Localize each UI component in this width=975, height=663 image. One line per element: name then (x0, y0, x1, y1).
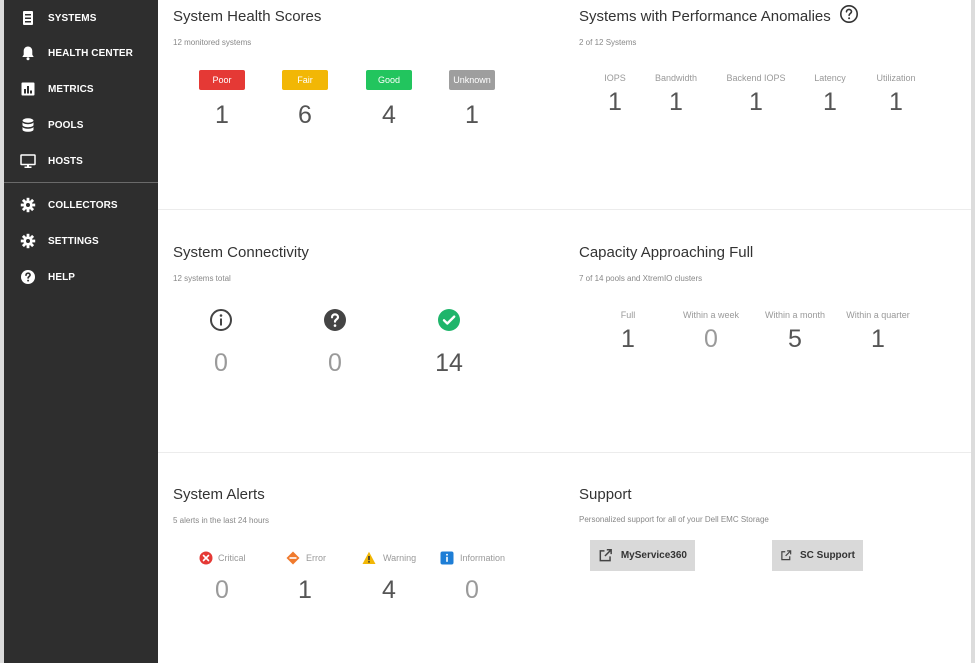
help-circle-icon (20, 269, 36, 285)
latency-count[interactable]: 1 (800, 88, 860, 117)
button-label: SC Support (800, 550, 855, 561)
sidebar-item-label: SYSTEMS (48, 12, 97, 24)
info-count[interactable]: 0 (191, 349, 251, 378)
connected-count[interactable]: 14 (419, 349, 479, 378)
panel-title: Support (579, 486, 632, 503)
sidebar-divider (4, 182, 158, 183)
sidebar-item-label: HEALTH CENTER (48, 47, 134, 59)
unknown-count[interactable]: 0 (305, 349, 365, 378)
within-month-label: Within a month (764, 310, 826, 320)
sidebar-item-label: POOLS (48, 119, 84, 131)
critical-icon (199, 551, 213, 565)
gear-icon (20, 197, 36, 213)
warning-count[interactable]: 4 (359, 576, 419, 605)
full-count[interactable]: 1 (598, 325, 658, 354)
health-scores-panel: System Health Scores 12 monitored system… (158, 0, 564, 209)
support-panel: Support Personalized support for all of … (564, 453, 971, 663)
panel-title: System Health Scores (173, 8, 322, 25)
panel-subtitle: Personalized support for all of your Del… (579, 515, 769, 524)
sidebar-item-label: METRICS (48, 83, 94, 95)
utilization-label: Utilization (876, 73, 916, 83)
within-week-label: Within a week (682, 310, 740, 320)
sidebar-item-pools[interactable]: POOLS (4, 107, 158, 143)
within-quarter-label: Within a quarter (846, 310, 910, 320)
iops-count[interactable]: 1 (585, 88, 645, 117)
error-count[interactable]: 1 (275, 576, 335, 605)
question-circle-icon[interactable] (323, 308, 347, 332)
sidebar-item-settings[interactable]: SETTINGS (4, 223, 158, 259)
check-circle-icon[interactable] (437, 308, 461, 332)
good-badge[interactable]: Good (366, 70, 412, 90)
within-quarter-count[interactable]: 1 (848, 325, 908, 354)
button-label: MyService360 (620, 550, 687, 561)
within-week-count[interactable]: 0 (681, 325, 741, 354)
panel-subtitle: 2 of 12 Systems (579, 38, 637, 47)
info-circle-icon[interactable] (209, 308, 233, 332)
monitor-icon (20, 153, 36, 169)
critical-count[interactable]: 0 (192, 576, 252, 605)
backend-iops-count[interactable]: 1 (726, 88, 786, 117)
help-circle-icon[interactable] (839, 4, 859, 24)
capacity-panel: Capacity Approaching Full 7 of 14 pools … (564, 210, 971, 452)
panel-subtitle: 12 monitored systems (173, 38, 252, 47)
critical-label: Critical (218, 553, 246, 563)
warning-label: Warning (383, 553, 417, 563)
bell-icon (20, 45, 36, 61)
panel-subtitle: 12 systems total (173, 274, 231, 283)
sidebar-item-help[interactable]: HELP (4, 259, 158, 295)
information-count[interactable]: 0 (442, 576, 502, 605)
sidebar: SYSTEMS HEALTH CENTER METRICS POOLS HOST… (4, 0, 158, 663)
sidebar-item-label: HELP (48, 271, 76, 283)
full-label: Full (620, 310, 636, 320)
unknown-badge[interactable]: Unknown (449, 70, 495, 90)
poor-count[interactable]: 1 (192, 101, 252, 130)
sidebar-item-hosts[interactable]: HOSTS (4, 143, 158, 179)
systems-icon (20, 10, 36, 26)
external-link-icon (599, 549, 612, 562)
system-connectivity-panel: System Connectivity 12 systems total 0 0… (158, 210, 564, 452)
utilization-count[interactable]: 1 (866, 88, 926, 117)
warning-icon (362, 551, 376, 565)
panel-title: Systems with Performance Anomalies (579, 8, 831, 25)
sidebar-item-metrics[interactable]: METRICS (4, 71, 158, 107)
panel-title: System Alerts (173, 486, 265, 503)
backend-iops-label: Backend IOPS (726, 73, 786, 83)
sidebar-item-health-center[interactable]: HEALTH CENTER (4, 35, 158, 71)
performance-anomalies-panel: Systems with Performance Anomalies 2 of … (564, 0, 971, 209)
error-icon (286, 551, 300, 565)
information-label: Information (460, 553, 506, 563)
sidebar-item-collectors[interactable]: COLLECTORS (4, 187, 158, 223)
panel-title: Capacity Approaching Full (579, 244, 754, 261)
fair-badge[interactable]: Fair (282, 70, 328, 90)
information-icon (440, 551, 454, 565)
external-link-icon (781, 550, 792, 561)
bandwidth-count[interactable]: 1 (646, 88, 706, 117)
window-frame-right (971, 0, 975, 663)
database-icon (20, 117, 36, 133)
panel-subtitle: 7 of 14 pools and XtremIO clusters (579, 274, 703, 283)
poor-badge[interactable]: Poor (199, 70, 245, 90)
unknown-count[interactable]: 1 (442, 101, 502, 130)
system-alerts-panel: System Alerts 5 alerts in the last 24 ho… (158, 453, 564, 663)
bar-chart-icon (20, 81, 36, 97)
bandwidth-label: Bandwidth (654, 73, 698, 83)
panel-title: System Connectivity (173, 244, 309, 261)
error-label: Error (306, 553, 326, 563)
sc-support-button[interactable]: SC Support (772, 540, 863, 571)
myservice360-button[interactable]: MyService360 (590, 540, 695, 571)
sidebar-item-label: SETTINGS (48, 235, 99, 247)
sidebar-item-label: HOSTS (48, 155, 83, 167)
sidebar-item-systems[interactable]: SYSTEMS (4, 0, 158, 36)
good-count[interactable]: 4 (359, 101, 419, 130)
within-month-count[interactable]: 5 (765, 325, 825, 354)
gear-icon (20, 233, 36, 249)
sidebar-item-label: COLLECTORS (48, 199, 118, 211)
fair-count[interactable]: 6 (275, 101, 335, 130)
panel-subtitle: 5 alerts in the last 24 hours (173, 516, 270, 525)
